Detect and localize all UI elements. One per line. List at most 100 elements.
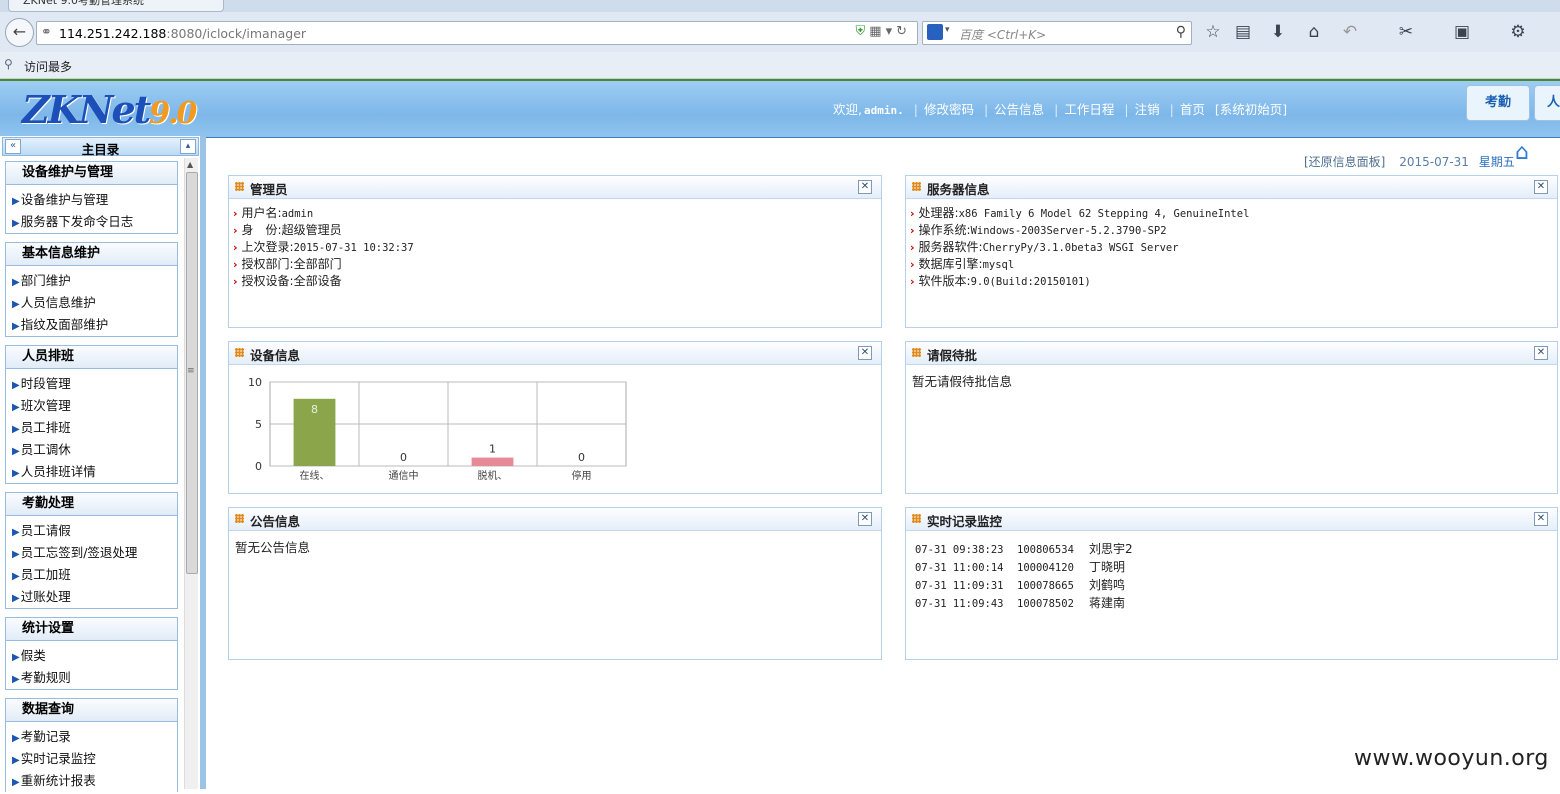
menu-item-label: 员工加班 xyxy=(20,567,71,582)
home-icon[interactable]: ⌂ xyxy=(1515,140,1529,165)
restore-panels-link[interactable]: [还原信息面板] xyxy=(1304,155,1385,169)
triangle-icon: ▶ xyxy=(12,527,20,538)
panel-body: › 处理器:x86 Family 6 Model 62 Stepping 4, G… xyxy=(910,205,1553,290)
record-row[interactable]: 07-31 09:38:23 100806534 刘思宇2 xyxy=(915,540,1553,558)
menu-item[interactable]: ▶员工调休 xyxy=(6,439,177,461)
arrow-icon: › xyxy=(233,207,238,220)
menu-group-title[interactable]: 统计设置 xyxy=(6,618,177,641)
menu-item[interactable]: ▶设备维护与管理 xyxy=(6,189,177,211)
close-icon[interactable]: ✕ xyxy=(858,346,872,360)
extension-icon[interactable]: ⚙ xyxy=(1506,22,1530,42)
menu-item[interactable]: ▶指纹及面部维护 xyxy=(6,314,177,336)
scroll-up-icon[interactable]: ▲ xyxy=(187,160,193,169)
y-tick-label: 0 xyxy=(255,460,262,473)
grip-icon[interactable] xyxy=(912,348,921,357)
sidebar-scrollbar[interactable]: ▲ ≡ xyxy=(184,158,198,789)
qr-icon[interactable]: ▦ xyxy=(869,24,885,39)
menu-group-title[interactable]: 基本信息维护 xyxy=(6,243,177,266)
menu-item[interactable]: ▶员工忘签到/签退处理 xyxy=(6,542,177,564)
menu-item-label: 设备维护与管理 xyxy=(20,192,109,207)
nav-system-home[interactable]: [系统初始页] xyxy=(1215,102,1287,117)
close-icon[interactable]: ✕ xyxy=(1534,180,1548,194)
nav-separator: | xyxy=(1169,102,1174,117)
bookmark-most-visited[interactable]: 访问最多 xyxy=(24,58,72,75)
window-icon[interactable]: ▣ xyxy=(1450,22,1474,42)
record-row[interactable]: 07-31 11:09:43 100078502 蒋建南 xyxy=(915,594,1553,612)
menu-item[interactable]: ▶人员排班详情 xyxy=(6,461,177,483)
menu-item-label: 员工忘签到/签退处理 xyxy=(20,545,138,560)
close-icon[interactable]: ✕ xyxy=(858,180,872,194)
menu-item[interactable]: ▶假类 xyxy=(6,645,177,667)
menu-item[interactable]: ▶服务器下发命令日志 xyxy=(6,211,177,233)
star-icon[interactable]: ☆ xyxy=(1201,22,1225,42)
browser-tab[interactable]: ZKNet 9.0考勤管理系统 xyxy=(8,0,224,12)
search-icon[interactable]: ⚲ xyxy=(1176,24,1186,40)
menu-item[interactable]: ▶员工加班 xyxy=(6,564,177,586)
back-button-icon[interactable]: ← xyxy=(5,18,34,47)
nav-announcements[interactable]: 公告信息 xyxy=(994,102,1044,117)
nav-separator: | xyxy=(1054,102,1059,117)
home-icon[interactable]: ⌂ xyxy=(1302,22,1326,42)
menu-item[interactable]: ▶员工排班 xyxy=(6,417,177,439)
info-row: › 授权设备:全部设备 xyxy=(233,273,877,290)
dropdown-icon[interactable]: ▾ xyxy=(886,24,897,39)
reload-icon[interactable]: ↻ xyxy=(896,24,911,39)
menu-group-title[interactable]: 考勤处理 xyxy=(6,493,177,516)
menu-item[interactable]: ▶部门维护 xyxy=(6,270,177,292)
crop-icon[interactable]: ✂ xyxy=(1394,22,1418,42)
empty-message: 暂无公告信息 xyxy=(235,540,311,555)
panel-header: 请假待批 ✕ xyxy=(906,342,1557,365)
module-tab-personnel[interactable]: 人 xyxy=(1534,85,1560,121)
date-line: [还原信息面板] 2015-07-31 星期五 xyxy=(1304,153,1515,170)
triangle-icon: ▶ xyxy=(12,446,20,457)
info-row: › 数据库引擎:mysql xyxy=(910,256,1553,273)
menu-group-attendance: 考勤处理 ▶员工请假 ▶员工忘签到/签退处理 ▶员工加班 ▶过账处理 xyxy=(5,492,178,609)
x-tick-label: 通信中 xyxy=(389,469,419,482)
menu-item[interactable]: ▶员工请假 xyxy=(6,520,177,542)
record-time: 07-31 11:00:14 xyxy=(915,562,1004,574)
nav-schedule[interactable]: 工作日程 xyxy=(1064,102,1114,117)
nav-home[interactable]: 首页 xyxy=(1180,102,1205,117)
url-text[interactable]: 114.251.242.188:8080/iclock/imanager xyxy=(59,26,306,41)
baidu-icon[interactable]: 🐾 xyxy=(927,24,943,40)
menu-group-statistics: 统计设置 ▶假类 ▶考勤规则 xyxy=(5,617,178,690)
download-icon[interactable]: ⬇ xyxy=(1266,22,1290,42)
close-icon[interactable]: ✕ xyxy=(1534,512,1548,526)
menu-item[interactable]: ▶班次管理 xyxy=(6,395,177,417)
menu-group-title[interactable]: 数据查询 xyxy=(6,699,177,722)
grip-icon[interactable] xyxy=(235,348,244,357)
triangle-icon: ▶ xyxy=(12,652,20,663)
menu-group-title[interactable]: 设备维护与管理 xyxy=(6,162,177,185)
module-tab-attendance[interactable]: 考勤 xyxy=(1466,85,1530,121)
undo-icon[interactable]: ↶ xyxy=(1338,22,1362,42)
menu-item-label: 服务器下发命令日志 xyxy=(20,214,134,229)
menu-group-query: 数据查询 ▶考勤记录 ▶实时记录监控 ▶重新统计报表 xyxy=(5,698,178,792)
close-icon[interactable]: ✕ xyxy=(1534,346,1548,360)
menu-item[interactable]: ▶考勤规则 xyxy=(6,667,177,689)
grip-icon[interactable] xyxy=(235,514,244,523)
close-icon[interactable]: ✕ xyxy=(858,512,872,526)
nav-change-password[interactable]: 修改密码 xyxy=(924,102,974,117)
search-input[interactable]: 百度 <Ctrl+K> xyxy=(959,26,1046,43)
grip-icon[interactable] xyxy=(912,514,921,523)
menu-item[interactable]: ▶人员信息维护 xyxy=(6,292,177,314)
record-row[interactable]: 07-31 11:00:14 100004120 丁晓明 xyxy=(915,558,1553,576)
menu-item[interactable]: ▶过账处理 xyxy=(6,586,177,608)
reading-list-icon[interactable]: ▤ xyxy=(1231,22,1255,42)
record-id: 100806534 xyxy=(1017,544,1074,556)
panel-title: 公告信息 xyxy=(250,514,301,529)
triangle-icon: ▶ xyxy=(12,218,20,229)
menu-group-title[interactable]: 人员排班 xyxy=(6,346,177,369)
menu-item[interactable]: ▶实时记录监控 xyxy=(6,748,177,770)
pin-icon[interactable]: ▴ xyxy=(180,139,196,154)
menu-item[interactable]: ▶时段管理 xyxy=(6,373,177,395)
engine-dropdown-icon[interactable]: ▾ xyxy=(945,25,950,35)
grip-icon[interactable] xyxy=(235,182,244,191)
nav-logout[interactable]: 注销 xyxy=(1135,102,1160,117)
url-bar[interactable]: ⚭ 114.251.242.188:8080/iclock/imanager ⛨… xyxy=(36,21,918,45)
search-bar[interactable]: 🐾 ▾ 百度 <Ctrl+K> ⚲ xyxy=(922,21,1192,45)
menu-item[interactable]: ▶考勤记录 xyxy=(6,726,177,748)
record-row[interactable]: 07-31 11:09:31 100078665 刘鹤鸣 xyxy=(915,576,1553,594)
grip-icon[interactable] xyxy=(912,182,921,191)
shield-icon[interactable]: ⛨ xyxy=(856,24,870,39)
